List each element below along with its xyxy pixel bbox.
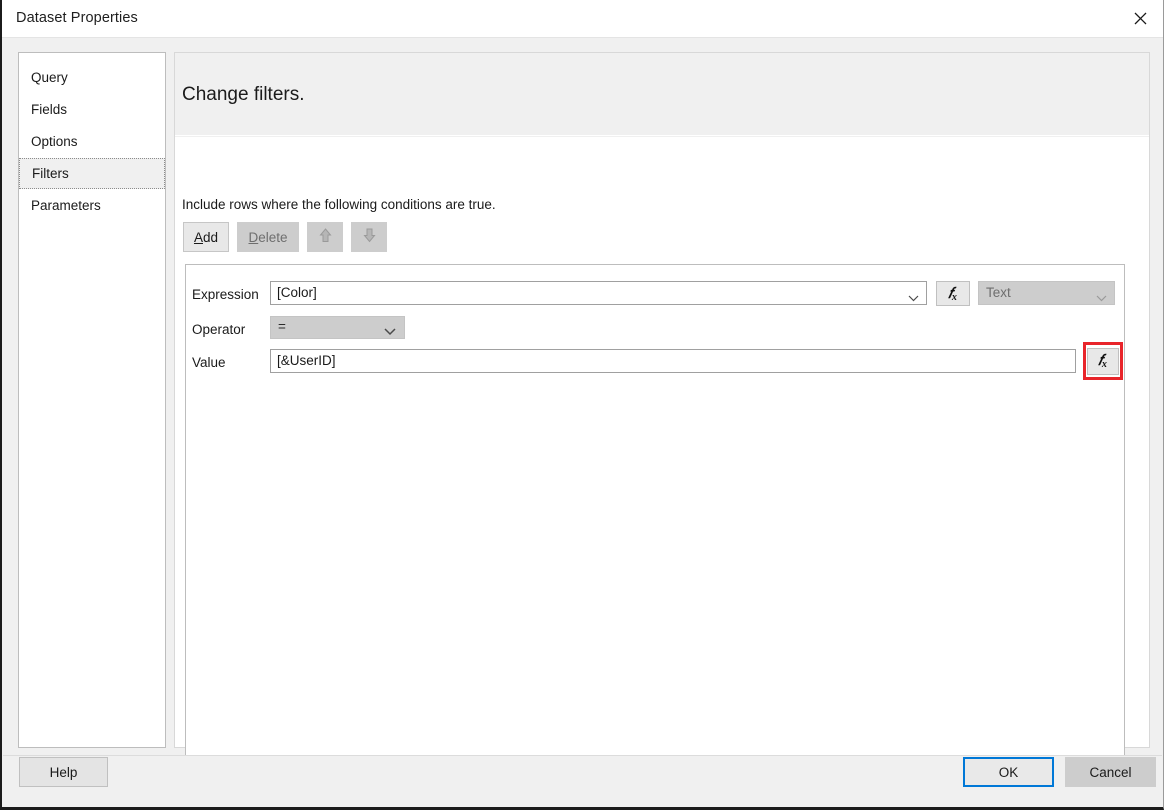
operator-row: Operator = — [186, 316, 1124, 344]
filter-toolbar: Add Delete — [183, 222, 387, 252]
sidebar-item-filters[interactable]: Filters — [19, 158, 165, 189]
close-icon — [1134, 12, 1147, 25]
delete-button[interactable]: Delete — [237, 222, 299, 252]
sidebar-item-query[interactable]: Query — [19, 62, 165, 93]
value-text: [&UserID] — [277, 353, 336, 368]
cancel-button[interactable]: Cancel — [1065, 757, 1156, 787]
operator-combobox[interactable]: = — [270, 316, 405, 339]
sidebar-item-options[interactable]: Options — [19, 126, 165, 157]
move-up-button[interactable] — [307, 222, 343, 252]
value-label: Value — [192, 355, 226, 370]
chevron-down-icon — [384, 324, 396, 339]
sidebar-item-parameters[interactable]: Parameters — [19, 190, 165, 221]
sidebar-item-label: Parameters — [31, 198, 101, 213]
sidebar-item-label: Fields — [31, 102, 68, 117]
add-accesskey: A — [193, 229, 203, 245]
sidebar-item-label: Query — [31, 70, 68, 85]
pane-header: Change filters. — [175, 53, 1149, 136]
add-label-rest: dd — [202, 229, 219, 245]
operator-label: Operator — [192, 322, 246, 337]
expression-row: Expression [Color] 𝑓x Text — [186, 281, 1124, 309]
sidebar-item-fields[interactable]: Fields — [19, 94, 165, 125]
instructions-text: Include rows where the following conditi… — [182, 197, 496, 212]
ok-button[interactable]: OK — [963, 757, 1054, 787]
fx-icon: 𝑓x — [1098, 353, 1107, 370]
operator-value: = — [278, 319, 286, 334]
chevron-down-icon — [1096, 290, 1107, 305]
expression-type-value: Text — [986, 285, 1011, 300]
expression-value: [Color] — [277, 285, 317, 300]
filter-definition-box: Expression [Color] 𝑓x Text Operator = Va… — [185, 264, 1125, 784]
window-title: Dataset Properties — [16, 10, 138, 26]
sidebar-item-label: Filters — [32, 166, 69, 181]
value-input[interactable]: [&UserID] — [270, 349, 1076, 373]
delete-label-rest: elete — [258, 229, 288, 245]
sidebar-item-label: Options — [31, 134, 78, 149]
chevron-down-icon — [908, 290, 919, 305]
move-down-button[interactable] — [351, 222, 387, 252]
arrow-down-icon — [362, 228, 376, 246]
value-row: Value [&UserID] 𝑓x — [186, 342, 1124, 380]
pane-body: Include rows where the following conditi… — [175, 137, 1149, 784]
title-bar: Dataset Properties — [2, 0, 1163, 38]
filters-pane: Change filters. Include rows where the f… — [174, 52, 1150, 784]
expression-type-combobox[interactable]: Text — [978, 281, 1115, 305]
expression-label: Expression — [192, 287, 259, 302]
close-button[interactable] — [1117, 0, 1163, 37]
dataset-properties-dialog: Dataset Properties Query Fields Options … — [0, 0, 1164, 810]
delete-accesskey: D — [248, 229, 259, 245]
help-button[interactable]: Help — [19, 757, 108, 787]
value-fx-highlight: 𝑓x — [1083, 342, 1123, 380]
arrow-up-icon — [318, 228, 332, 246]
page-title: Change filters. — [182, 84, 305, 105]
add-button[interactable]: Add — [183, 222, 229, 252]
value-fx-button[interactable]: 𝑓x — [1087, 347, 1119, 375]
expression-combobox[interactable]: [Color] — [270, 281, 927, 305]
category-list[interactable]: Query Fields Options Filters Parameters — [18, 52, 166, 748]
fx-icon: 𝑓x — [948, 285, 957, 303]
expression-fx-button[interactable]: 𝑓x — [936, 281, 970, 306]
dialog-footer: Help OK Cancel — [3, 756, 1162, 804]
